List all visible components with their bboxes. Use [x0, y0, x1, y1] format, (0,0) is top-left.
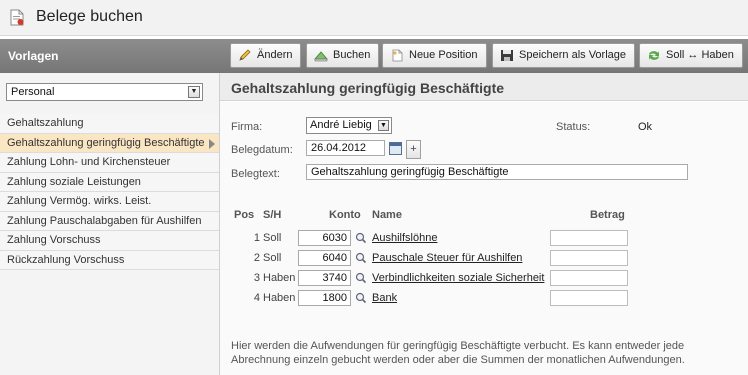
amount-field[interactable] [550, 250, 628, 266]
account-field[interactable]: 6030 [298, 230, 351, 246]
chevron-down-icon[interactable]: ▼ [188, 86, 200, 98]
toolbar: Ändern Buchen Neue Position Speichern al… [220, 39, 748, 73]
row-sh: Haben [263, 272, 296, 284]
account-field[interactable]: 1800 [298, 290, 351, 306]
swap-icon [649, 51, 659, 60]
column-header-konto: Konto [329, 209, 361, 221]
content-header: Gehaltszahlung geringfügig Beschäftigte [220, 73, 748, 101]
row-sh: Haben [263, 292, 296, 304]
help-note: Hier werden die Aufwendungen für geringf… [231, 340, 685, 366]
account-name-link[interactable]: Aushilfslöhne [372, 232, 437, 244]
new-position-button-label: Neue Position [409, 49, 478, 61]
book-button[interactable]: Buchen [306, 43, 380, 68]
calendar-icon[interactable] [389, 142, 402, 155]
search-icon[interactable] [355, 232, 367, 244]
search-icon[interactable] [355, 292, 367, 304]
template-item[interactable]: Zahlung Vorschuss [0, 231, 219, 251]
row-pos: 3 [253, 272, 260, 284]
column-header-name: Name [372, 209, 402, 221]
account-field[interactable]: 3740 [298, 270, 351, 286]
template-item-label: Gehaltszahlung geringfügig Beschäftigte [7, 136, 205, 149]
save-template-button-label: Speichern als Vorlage [519, 49, 627, 61]
pencil-icon [239, 49, 251, 61]
page-title: Gehaltszahlung geringfügig Beschäftigte [231, 80, 505, 96]
column-header-pos: Pos [234, 209, 255, 221]
new-position-button[interactable]: Neue Position [382, 43, 487, 68]
template-item-active[interactable]: Gehaltszahlung geringfügig Beschäftigte [0, 133, 219, 153]
row-pos: 1 [253, 232, 260, 244]
category-select-value: Personal [11, 86, 55, 98]
book-button-label: Buchen [333, 49, 371, 61]
account-field[interactable]: 6040 [298, 250, 351, 266]
date-label: Belegdatum: [231, 144, 293, 156]
table-row: 3 Haben 3740 Verbindlichkeiten soziale S… [220, 268, 748, 288]
sidebar-header: Vorlagen [0, 39, 220, 73]
amount-field[interactable] [550, 290, 628, 306]
account-name-link[interactable]: Verbindlichkeiten soziale Sicherheit [372, 272, 544, 284]
amount-field[interactable] [550, 270, 628, 286]
template-item[interactable]: Zahlung Lohn- und Kirchensteuer [0, 153, 219, 173]
column-header-betrag: Betrag [590, 209, 625, 221]
swap-debit-credit-button[interactable]: Soll ↔ Haben [639, 43, 743, 68]
firma-select[interactable]: André Liebig ▼ [306, 117, 392, 134]
title-bar: Belege buchen [0, 0, 748, 36]
table-row: 2 Soll 6040 Pauschale Steuer für Aushilf… [220, 248, 748, 268]
row-sh: Soll [263, 252, 282, 264]
chevron-down-icon[interactable]: ▼ [378, 120, 389, 131]
template-list: Gehaltszahlung Gehaltszahlung geringfügi… [0, 114, 219, 270]
swap-button-label: Soll ↔ Haben [666, 49, 734, 61]
book-icon [314, 51, 328, 62]
account-name-link[interactable]: Pauschale Steuer für Aushilfen [372, 252, 522, 264]
table-row: 1 Soll 6030 Aushilfslöhne [220, 228, 748, 248]
date-field[interactable]: 26.04.2012 [306, 140, 385, 156]
row-pos: 4 [253, 292, 260, 304]
template-item[interactable]: Zahlung Pauschalabgaben für Aushilfen [0, 211, 219, 231]
app-title: Belege buchen [36, 8, 143, 25]
document-icon [10, 9, 24, 26]
firma-label: Firma: [231, 121, 263, 133]
status-label: Status: [556, 121, 591, 133]
new-document-icon [392, 49, 403, 62]
status-value: Ok [638, 121, 653, 133]
edit-button-label: Ändern [257, 49, 293, 61]
sidebar: Personal ▼ Gehaltszahlung Gehaltszahlung… [0, 73, 220, 375]
text-label: Belegtext: [231, 168, 280, 180]
amount-field[interactable] [550, 230, 628, 246]
account-name-link[interactable]: Bank [372, 292, 397, 304]
firma-select-value: André Liebig [310, 119, 372, 131]
main-panel: Firma: André Liebig ▼ Status: Ok Belegda… [220, 102, 748, 375]
row-pos: 2 [253, 252, 260, 264]
add-date-button[interactable]: + [406, 140, 421, 159]
template-item[interactable]: Rückzahlung Vorschuss [0, 250, 219, 270]
column-header-sh: S/H [263, 209, 282, 221]
table-row: 4 Haben 1800 Bank [220, 288, 748, 308]
edit-button[interactable]: Ändern [230, 43, 302, 68]
chevron-right-icon [209, 138, 215, 149]
search-icon[interactable] [355, 272, 367, 284]
category-select[interactable]: Personal ▼ [6, 83, 203, 101]
row-sh: Soll [263, 232, 282, 244]
booking-text-field[interactable]: Gehaltszahlung geringfügig Beschäftigte [306, 164, 688, 180]
template-item[interactable]: Zahlung Vermög. wirks. Leist. [0, 192, 219, 212]
template-item[interactable]: Gehaltszahlung [0, 114, 219, 134]
template-item[interactable]: Zahlung soziale Leistungen [0, 172, 219, 192]
save-template-button[interactable]: Speichern als Vorlage [492, 43, 636, 68]
save-icon [501, 50, 513, 61]
search-icon[interactable] [355, 252, 367, 264]
